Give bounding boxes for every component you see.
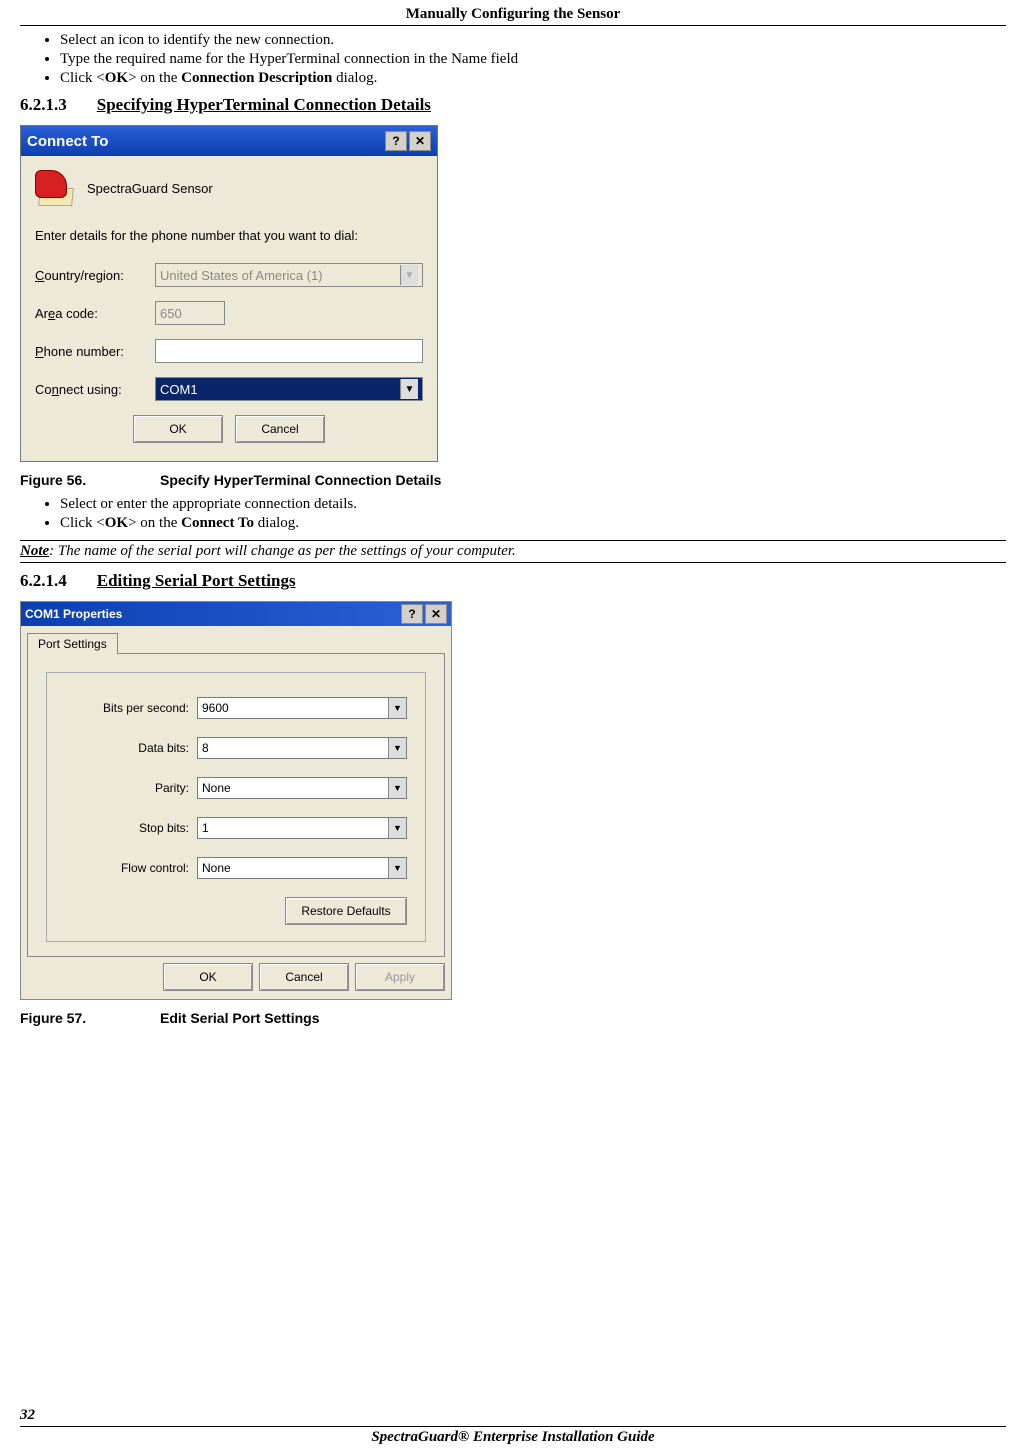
figure-label: Figure 57. — [20, 1010, 160, 1026]
page-footer: 32 SpectraGuard® Enterprise Installation… — [20, 1407, 1006, 1446]
flow-control-select[interactable]: None ▼ — [197, 857, 407, 879]
country-select[interactable]: United States of America (1) ▼ — [155, 263, 423, 287]
tab-panel: Bits per second: 9600 ▼ Data bits: 8 ▼ P… — [27, 653, 445, 957]
footer-title: SpectraGuard® Enterprise Installation Gu… — [20, 1426, 1006, 1446]
figure-title: Edit Serial Port Settings — [160, 1010, 319, 1026]
chevron-down-icon: ▼ — [400, 265, 418, 285]
dialog-prompt: Enter details for the phone number that … — [35, 228, 423, 243]
connect-using-select[interactable]: COM1 ▼ — [155, 377, 423, 401]
phone-label: Phone number: — [35, 344, 155, 359]
section-number: 6.2.1.3 — [20, 95, 67, 115]
list-item: Select an icon to identify the new conne… — [60, 32, 1006, 49]
flow-control-label: Flow control: — [121, 861, 189, 875]
stop-bits-label: Stop bits: — [139, 821, 189, 835]
select-value: 1 — [202, 821, 209, 835]
figure-label: Figure 56. — [20, 472, 160, 488]
dialog-title: COM1 Properties — [25, 607, 122, 621]
connection-name: SpectraGuard Sensor — [87, 181, 213, 196]
page-number: 32 — [20, 1407, 1006, 1424]
help-button[interactable]: ? — [401, 604, 423, 624]
phone-input[interactable] — [155, 339, 423, 363]
section-title: Specifying HyperTerminal Connection Deta… — [97, 95, 431, 114]
text: Connect To — [181, 515, 254, 531]
data-bits-select[interactable]: 8 ▼ — [197, 737, 407, 759]
ok-button[interactable]: OK — [163, 963, 253, 991]
text: dialog. — [254, 515, 299, 531]
close-button[interactable]: ✕ — [409, 131, 431, 151]
text: > on the — [128, 70, 181, 86]
ok-button[interactable]: OK — [133, 415, 223, 443]
text: dialog. — [332, 70, 377, 86]
list-item: Type the required name for the HyperTerm… — [60, 51, 1006, 68]
cancel-button[interactable]: Cancel — [259, 963, 349, 991]
text: Click < — [60, 515, 105, 531]
parity-label: Parity: — [155, 781, 189, 795]
select-value: 8 — [202, 741, 209, 755]
section-heading-6214: 6.2.1.4 Editing Serial Port Settings — [20, 571, 1006, 591]
chevron-down-icon: ▼ — [388, 858, 406, 878]
figure-57-caption: Figure 57.Edit Serial Port Settings — [20, 1010, 1006, 1026]
connect-using-value: COM1 — [160, 382, 198, 397]
data-bits-label: Data bits: — [138, 741, 189, 755]
help-button[interactable]: ? — [385, 131, 407, 151]
text: OK — [105, 70, 128, 86]
list-item: Click <OK> on the Connection Description… — [60, 70, 1006, 87]
titlebar: Connect To ? ✕ — [21, 126, 437, 156]
area-code-label: Area code: — [35, 306, 155, 321]
stop-bits-select[interactable]: 1 ▼ — [197, 817, 407, 839]
section-number: 6.2.1.4 — [20, 571, 67, 591]
tab-port-settings[interactable]: Port Settings — [27, 633, 118, 654]
text: Click < — [60, 70, 105, 86]
mid-list: Select or enter the appropriate connecti… — [60, 496, 1006, 532]
text: Connection Description — [181, 70, 332, 86]
connect-to-dialog: Connect To ? ✕ SpectraGuard Sensor Enter… — [20, 125, 438, 462]
cancel-button[interactable]: Cancel — [235, 415, 325, 443]
text: OK — [105, 515, 128, 531]
chevron-down-icon: ▼ — [388, 738, 406, 758]
note-box: Note: The name of the serial port will c… — [20, 540, 1006, 563]
select-value: 9600 — [202, 701, 229, 715]
apply-button[interactable]: Apply — [355, 963, 445, 991]
figure-56-caption: Figure 56.Specify HyperTerminal Connecti… — [20, 472, 1006, 488]
list-item: Click <OK> on the Connect To dialog. — [60, 515, 1006, 532]
page-header: Manually Configuring the Sensor — [20, 6, 1006, 26]
section-title: Editing Serial Port Settings — [97, 571, 296, 590]
com1-properties-dialog: COM1 Properties ? ✕ Port Settings Bits p… — [20, 601, 452, 1000]
select-value: None — [202, 781, 231, 795]
titlebar: COM1 Properties ? ✕ — [21, 602, 451, 626]
note-text: : The name of the serial port will chang… — [49, 543, 516, 559]
intro-list: Select an icon to identify the new conne… — [60, 32, 1006, 87]
text: > on the — [128, 515, 181, 531]
chevron-down-icon: ▼ — [388, 698, 406, 718]
close-button[interactable]: ✕ — [425, 604, 447, 624]
chevron-down-icon: ▼ — [388, 778, 406, 798]
bits-per-second-select[interactable]: 9600 ▼ — [197, 697, 407, 719]
section-heading-6213: 6.2.1.3 Specifying HyperTerminal Connecti… — [20, 95, 1006, 115]
connect-using-label: Connect using: — [35, 382, 155, 397]
figure-title: Specify HyperTerminal Connection Details — [160, 472, 441, 488]
chevron-down-icon: ▼ — [400, 379, 418, 399]
dialog-title: Connect To — [27, 133, 108, 150]
country-label: Country/region: — [35, 268, 155, 283]
area-code-input[interactable]: 650 — [155, 301, 225, 325]
phone-icon — [35, 170, 75, 206]
select-value: None — [202, 861, 231, 875]
country-value: United States of America (1) — [160, 268, 323, 283]
parity-select[interactable]: None ▼ — [197, 777, 407, 799]
note-label: Note — [20, 543, 49, 559]
bits-per-second-label: Bits per second: — [103, 701, 189, 715]
settings-groupbox: Bits per second: 9600 ▼ Data bits: 8 ▼ P… — [46, 672, 426, 942]
list-item: Select or enter the appropriate connecti… — [60, 496, 1006, 513]
restore-defaults-button[interactable]: Restore Defaults — [285, 897, 407, 925]
chevron-down-icon: ▼ — [388, 818, 406, 838]
